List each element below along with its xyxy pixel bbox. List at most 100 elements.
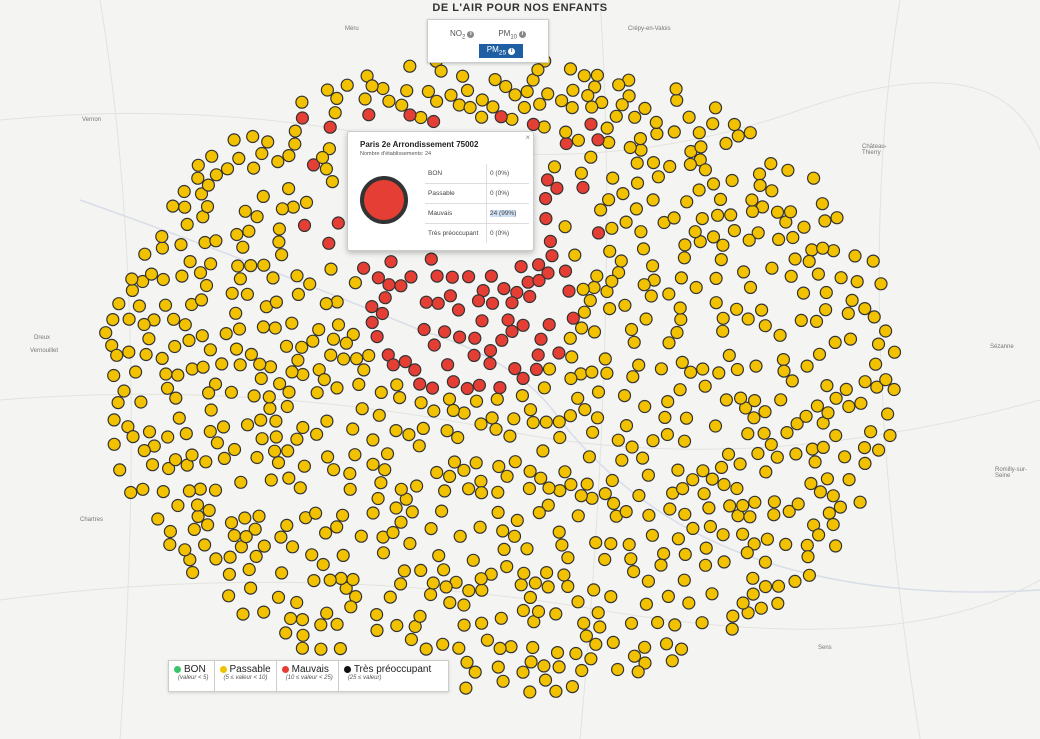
- establishment-marker[interactable]: [496, 674, 510, 688]
- establishment-marker[interactable]: [719, 393, 734, 407]
- establishment-marker[interactable]: [674, 642, 689, 656]
- establishment-marker[interactable]: [598, 487, 612, 501]
- establishment-marker[interactable]: [295, 641, 309, 655]
- establishment-marker[interactable]: [264, 473, 278, 487]
- establishment-marker[interactable]: [677, 434, 692, 448]
- establishment-marker[interactable]: [453, 330, 467, 344]
- establishment-marker[interactable]: [642, 508, 656, 522]
- establishment-marker[interactable]: [526, 117, 541, 132]
- establishment-marker[interactable]: [199, 278, 214, 293]
- establishment-marker[interactable]: [357, 363, 371, 377]
- establishment-marker[interactable]: [374, 385, 388, 399]
- establishment-marker[interactable]: [641, 468, 656, 482]
- establishment-marker[interactable]: [319, 162, 333, 176]
- establishment-marker[interactable]: [339, 336, 353, 350]
- establishment-marker[interactable]: [271, 456, 286, 470]
- establishment-marker[interactable]: [229, 342, 244, 356]
- establishment-marker[interactable]: [536, 444, 550, 458]
- establishment-marker[interactable]: [783, 205, 798, 219]
- establishment-marker[interactable]: [576, 180, 590, 195]
- establishment-marker[interactable]: [295, 95, 309, 109]
- establishment-marker[interactable]: [729, 302, 744, 316]
- establishment-marker[interactable]: [549, 684, 563, 698]
- establishment-marker[interactable]: [323, 120, 337, 134]
- establishment-marker[interactable]: [531, 604, 546, 619]
- establishment-marker[interactable]: [424, 587, 438, 602]
- establishment-marker[interactable]: [182, 333, 196, 347]
- establishment-marker[interactable]: [667, 125, 681, 139]
- establishment-marker[interactable]: [660, 427, 675, 442]
- establishment-marker[interactable]: [185, 362, 199, 376]
- establishment-marker[interactable]: [829, 391, 843, 405]
- establishment-marker[interactable]: [484, 269, 498, 283]
- establishment-marker[interactable]: [371, 271, 385, 285]
- establishment-marker[interactable]: [741, 427, 755, 441]
- establishment-marker[interactable]: [531, 348, 545, 362]
- establishment-marker[interactable]: [529, 362, 544, 376]
- establishment-marker[interactable]: [727, 224, 742, 238]
- establishment-marker[interactable]: [517, 100, 532, 115]
- establishment-marker[interactable]: [182, 484, 196, 498]
- establishment-marker[interactable]: [290, 269, 304, 283]
- establishment-marker[interactable]: [196, 360, 210, 374]
- establishment-marker[interactable]: [203, 424, 217, 439]
- establishment-marker[interactable]: [526, 640, 540, 655]
- establishment-marker[interactable]: [193, 266, 208, 280]
- establishment-marker[interactable]: [675, 482, 690, 496]
- establishment-marker[interactable]: [539, 212, 553, 226]
- establishment-marker[interactable]: [462, 583, 476, 598]
- establishment-marker[interactable]: [483, 356, 497, 371]
- establishment-marker[interactable]: [350, 352, 364, 366]
- establishment-marker[interactable]: [736, 498, 750, 513]
- establishment-marker[interactable]: [466, 553, 480, 567]
- establishment-marker[interactable]: [249, 549, 263, 564]
- establishment-marker[interactable]: [471, 294, 486, 308]
- establishment-marker[interactable]: [682, 110, 696, 124]
- establishment-marker[interactable]: [708, 419, 723, 433]
- establishment-marker[interactable]: [858, 375, 872, 389]
- establishment-marker[interactable]: [722, 348, 736, 362]
- establishment-marker[interactable]: [223, 550, 237, 564]
- establishment-marker[interactable]: [493, 381, 507, 395]
- establishment-marker[interactable]: [661, 589, 676, 604]
- establishment-marker[interactable]: [475, 314, 489, 328]
- establishment-marker[interactable]: [645, 528, 660, 542]
- establishment-marker[interactable]: [564, 477, 578, 492]
- establishment-marker[interactable]: [839, 382, 853, 396]
- establishment-marker[interactable]: [443, 289, 457, 303]
- establishment-marker[interactable]: [434, 64, 448, 78]
- establishment-marker[interactable]: [641, 574, 656, 588]
- establishment-marker[interactable]: [322, 236, 336, 250]
- establishment-marker[interactable]: [520, 542, 534, 556]
- establishment-marker[interactable]: [247, 161, 261, 175]
- establishment-marker[interactable]: [585, 491, 599, 505]
- establishment-marker[interactable]: [440, 424, 454, 438]
- establishment-marker[interactable]: [646, 156, 661, 170]
- establishment-marker[interactable]: [523, 590, 538, 605]
- establishment-marker[interactable]: [668, 618, 682, 632]
- establishment-marker[interactable]: [505, 324, 519, 338]
- establishment-marker[interactable]: [585, 100, 599, 114]
- establishment-marker[interactable]: [714, 460, 729, 474]
- establishment-marker[interactable]: [380, 447, 395, 461]
- establishment-marker[interactable]: [547, 160, 562, 174]
- establishment-marker[interactable]: [397, 564, 411, 578]
- establishment-marker[interactable]: [508, 362, 522, 376]
- establishment-marker[interactable]: [576, 282, 590, 296]
- establishment-marker[interactable]: [355, 402, 369, 416]
- establishment-marker[interactable]: [635, 451, 650, 465]
- establishment-marker[interactable]: [674, 312, 688, 327]
- establishment-marker[interactable]: [537, 120, 551, 134]
- establishment-marker[interactable]: [394, 577, 408, 591]
- establishment-marker[interactable]: [883, 428, 897, 443]
- establishment-marker[interactable]: [386, 525, 400, 540]
- establishment-marker[interactable]: [99, 326, 113, 340]
- establishment-marker[interactable]: [296, 367, 310, 382]
- establishment-marker[interactable]: [319, 526, 333, 540]
- establishment-marker[interactable]: [365, 79, 379, 93]
- establishment-marker[interactable]: [297, 459, 311, 473]
- establishment-marker[interactable]: [408, 363, 422, 377]
- establishment-marker[interactable]: [404, 270, 418, 284]
- establishment-marker[interactable]: [533, 97, 547, 111]
- establishment-marker[interactable]: [629, 202, 644, 216]
